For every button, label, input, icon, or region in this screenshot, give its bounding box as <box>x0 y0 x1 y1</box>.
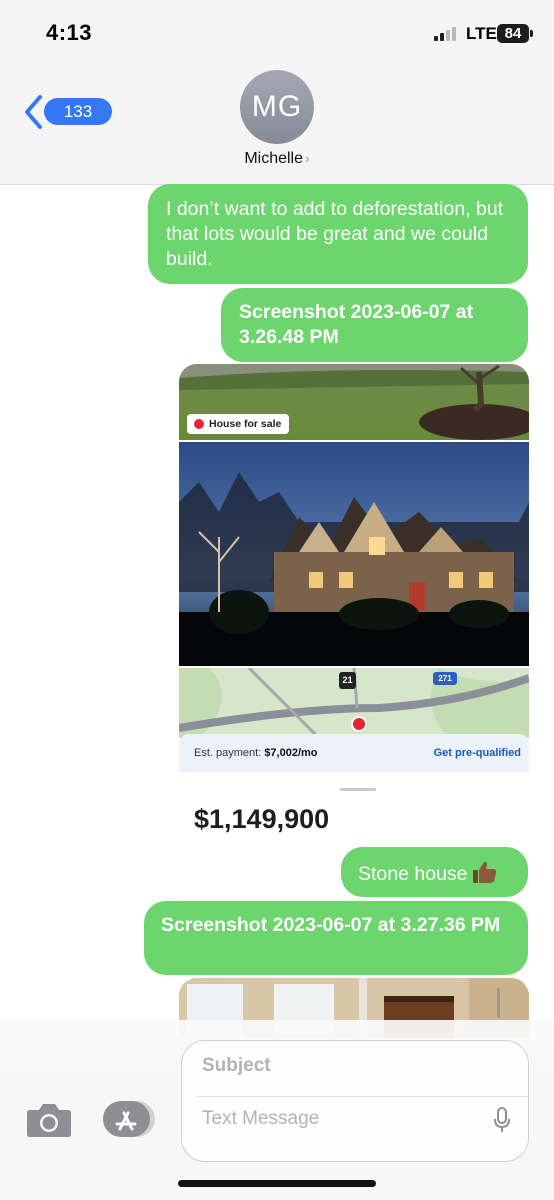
route-21-shield: 21 <box>342 675 353 685</box>
chevron-right-icon: › <box>305 150 310 166</box>
attachment-title-bubble[interactable]: Screenshot 2023-06-07 at 3.26.48 PM <box>221 288 528 362</box>
app-store-button[interactable] <box>102 1100 156 1138</box>
message-bubble[interactable]: Stone house <box>341 847 528 897</box>
payment-bar: Est. payment: $7,002/mo Get pre-qualifie… <box>179 734 529 772</box>
lawn-photo: House for sale <box>179 364 529 440</box>
payment-value: $7,002/mo <box>264 747 318 759</box>
back-chevron-icon <box>25 95 42 129</box>
message-bubble[interactable]: I don’t want to add to deforestation, bu… <box>148 184 528 284</box>
battery-icon: 84 <box>497 24 529 43</box>
microphone-icon[interactable] <box>494 1107 510 1133</box>
home-indicator[interactable] <box>178 1180 376 1187</box>
house-for-sale-badge: House for sale <box>187 414 290 434</box>
signal-icon <box>434 27 462 41</box>
battery-tip <box>530 30 533 37</box>
input-divider <box>196 1096 528 1097</box>
network-label: LTE <box>466 24 497 43</box>
house-photo <box>179 442 529 666</box>
subject-field[interactable]: Subject <box>202 1055 271 1077</box>
contact-name-label: Michelle <box>244 150 303 167</box>
screenshot-attachment[interactable]: House for sale 21 271 Est. payment: $7,0… <box>179 364 529 846</box>
get-prequalified-link[interactable]: Get pre-qualified <box>434 734 521 772</box>
back-button[interactable]: 133 <box>22 94 112 130</box>
listing-price: $1,149,900 <box>194 804 330 834</box>
status-bar: 4:13 LTE 84 <box>0 0 554 70</box>
thumbs-up-icon <box>472 861 496 883</box>
status-time: 4:13 <box>46 20 93 45</box>
price-sheet: $1,149,900 <box>179 772 529 846</box>
camera-icon[interactable] <box>26 1102 72 1138</box>
text-message-field[interactable]: Text Message <box>202 1108 319 1130</box>
unread-count-badge: 133 <box>44 98 112 125</box>
message-input[interactable]: Subject Text Message <box>181 1040 529 1162</box>
payment-label: Est. payment: $7,002/mo <box>194 747 318 759</box>
conversation-header: 133 MG Michelle › <box>0 70 554 185</box>
sheet-handle <box>340 788 376 791</box>
interstate-271-shield: 271 <box>438 674 452 683</box>
map-preview: 21 271 <box>179 668 529 738</box>
compose-area: Subject Text Message <box>0 1020 554 1200</box>
contact-name[interactable]: Michelle › <box>0 150 554 168</box>
attachment-title-bubble[interactable]: Screenshot 2023-06-07 at 3.27.36 PM <box>144 901 528 975</box>
avatar[interactable]: MG <box>240 70 314 144</box>
app-store-icon <box>103 1101 155 1137</box>
